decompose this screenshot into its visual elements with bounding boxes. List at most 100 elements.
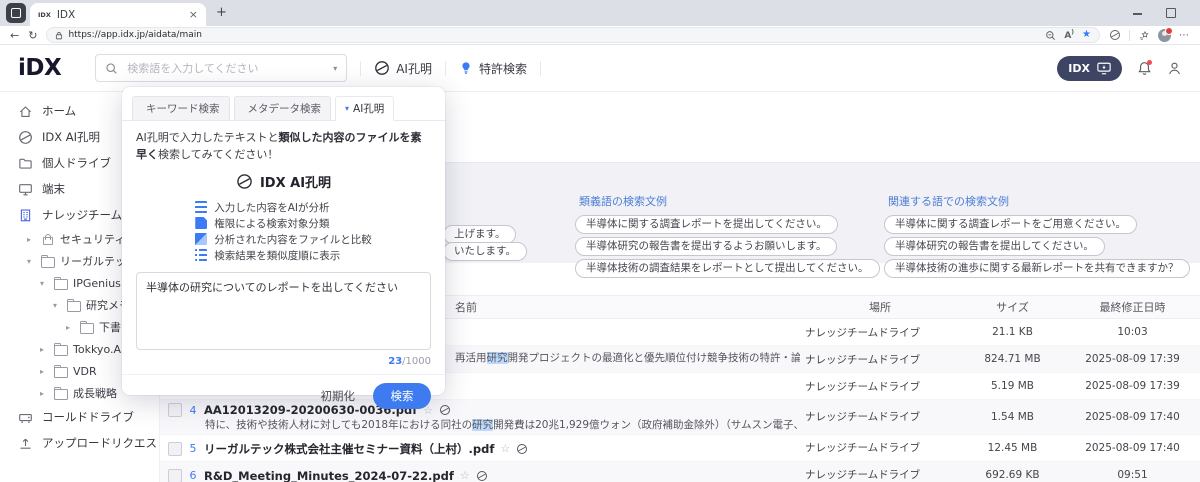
sidebar-item-label: IDX AI孔明 <box>42 130 101 144</box>
ai-ask-icon[interactable] <box>476 470 488 482</box>
minimize-window-icon[interactable] <box>1133 13 1142 15</box>
table-row[interactable]: 5 リーガルテック株式会社主催セミナー資料（上村）.pdf ☆ ナレッジチームド… <box>160 435 1200 462</box>
favorite-star-icon[interactable]: ★ <box>1082 30 1091 40</box>
feature-icon <box>195 217 208 229</box>
idx-badge-label: IDX <box>1068 61 1090 75</box>
modal-feature-item: 検索結果を類似度順に表示 <box>195 247 372 263</box>
example-pill[interactable]: 半導体技術の調査結果をレポートとして提出してください。 <box>575 259 880 278</box>
tree-caret-icon[interactable]: ▸ <box>40 389 49 398</box>
folder-icon <box>19 158 32 169</box>
modal-tab-label: AI孔明 <box>353 103 385 115</box>
idx-device-badge[interactable]: IDX <box>1057 55 1122 81</box>
star-icon[interactable]: ☆ <box>460 469 470 482</box>
user-icon[interactable] <box>1167 61 1182 76</box>
file-modified: 2025-08-09 17:40 <box>1085 441 1180 454</box>
example-column-title: 関連する語での検索文例 <box>888 195 1009 208</box>
table-row[interactable]: 6 R&D_Meeting_Minutes_2024-07-22.pdf ☆ ナ… <box>160 461 1200 482</box>
row-checkbox[interactable] <box>168 468 182 482</box>
tree-node-icon <box>54 342 68 356</box>
file-name-cell: 6 R&D_Meeting_Minutes_2024-07-22.pdf ☆ <box>160 466 800 482</box>
monitor-icon <box>19 183 32 195</box>
file-size: 21.1 KB <box>992 326 1033 338</box>
refresh-icon[interactable]: ↻ <box>28 30 37 41</box>
example-pill[interactable]: 半導体に関する調査レポートを提出してください。 <box>575 215 838 234</box>
more-menu-icon[interactable]: ⋯ <box>1179 30 1190 41</box>
search-input[interactable] <box>125 60 327 76</box>
bulb-icon <box>462 62 470 74</box>
example-pill[interactable]: 半導体に関する調査レポートをご用意ください。 <box>884 215 1137 234</box>
tree-caret-icon[interactable]: ▸ <box>40 367 49 376</box>
file-location: ナレッジチームドライブ <box>805 469 921 482</box>
modal-description: AI孔明で入力したテキストと類似した内容のファイルを素早く検索してみてください！ <box>136 131 422 161</box>
file-name[interactable]: リーガルテック株式会社主催セミナー資料（上村）.pdf <box>204 441 494 457</box>
example-pill[interactable]: 半導体技術の進歩に関する最新レポートを共有できますか？ <box>884 259 1190 278</box>
building-icon <box>20 209 31 221</box>
file-modified: 09:51 <box>1117 468 1148 481</box>
profile-avatar[interactable] <box>1158 26 1173 42</box>
cold-drive-icon <box>19 413 32 423</box>
browser-toolbar: ← ↻ https://app.idx.jp/aidata/main A) ★ … <box>0 26 1200 45</box>
file-location: ナレッジチームドライブ <box>805 380 921 393</box>
read-aloud-icon[interactable]: A) <box>1064 29 1074 41</box>
ai-komei-label: AI孔明 <box>396 61 432 76</box>
tree-caret-icon[interactable]: ▾ <box>53 301 62 310</box>
collections-icon[interactable] <box>1138 30 1150 41</box>
sidebar-item-upload-request[interactable]: アップロードリクエスト <box>0 430 159 456</box>
column-header-size: サイズ <box>996 301 1029 314</box>
tree-caret-icon[interactable]: ▾ <box>27 257 36 266</box>
restore-window-icon[interactable] <box>1166 8 1176 18</box>
global-search-bar[interactable]: ▾ <box>95 54 348 82</box>
modal-tab[interactable]: ▾ AI孔明 <box>335 96 395 121</box>
feature-icon <box>195 201 208 213</box>
example-pill[interactable]: 半導体研究の報告書を提出してください。 <box>884 237 1105 256</box>
screen: IDX IDX × + ← ↻ https://app.idx.jp/aidat… <box>0 0 1200 482</box>
modal-search-button[interactable]: 検索 <box>373 383 431 409</box>
patent-search-button[interactable]: 特許検索 <box>459 60 527 77</box>
reset-button[interactable]: 初期化 <box>321 388 356 404</box>
toolbar-divider <box>1129 29 1130 41</box>
lock-icon <box>56 31 63 39</box>
zoom-out-icon[interactable] <box>1045 30 1056 41</box>
browser-tab[interactable]: IDX IDX × <box>30 3 206 26</box>
file-size: 1.54 MB <box>991 410 1034 423</box>
tree-node-icon <box>54 276 68 290</box>
file-name[interactable]: R&D_Meeting_Minutes_2024-07-22.pdf <box>204 469 454 482</box>
tree-caret-icon[interactable]: ▸ <box>40 345 49 354</box>
tab-title: IDX <box>56 8 76 21</box>
feature-label: 検索結果を類似度順に表示 <box>214 249 341 262</box>
workspace-icon[interactable] <box>6 3 26 23</box>
new-tab-button[interactable]: + <box>216 5 227 20</box>
ai-komei-button[interactable]: AI孔明 <box>374 60 432 77</box>
modal-tab[interactable]: キーワード検索 <box>132 96 230 121</box>
header-divider <box>444 60 446 76</box>
file-size: 692.69 KB <box>985 468 1040 481</box>
modal-tab[interactable]: メタデータ検索 <box>233 96 331 121</box>
idx-extension-icon[interactable] <box>1109 29 1121 41</box>
browser-tab-strip: IDX IDX × + <box>0 0 1200 26</box>
ai-search-modal: キーワード検索 メタデータ検索 ▾ AI孔明 AI孔明で入力したテキストと類似し… <box>122 87 445 409</box>
app-header: iDX ▾ AI孔明 特許検索 IDX <box>0 45 1200 92</box>
device-monitor-icon <box>1097 62 1111 74</box>
tree-node-icon <box>41 254 55 268</box>
modal-brand-label: IDX AI孔明 <box>259 176 332 191</box>
tree-caret-icon[interactable]: ▸ <box>27 235 36 244</box>
back-icon[interactable]: ← <box>10 30 19 41</box>
ai-query-textarea[interactable]: 半導体の研究についてのレポートを出してください <box>136 272 431 350</box>
modal-tab-label: メタデータ検索 <box>247 103 322 115</box>
example-pill[interactable]: 半導体研究の報告書を提出するようお願いします。 <box>575 237 838 256</box>
file-size: 12.45 MB <box>987 441 1038 454</box>
address-bar[interactable]: https://app.idx.jp/aidata/main A) ★ <box>46 27 1100 43</box>
example-pill[interactable]: 上げます。 <box>443 225 517 244</box>
char-counter: 23/1000 <box>388 356 431 367</box>
ai-ask-icon[interactable] <box>516 443 528 455</box>
star-icon[interactable]: ☆ <box>500 442 510 455</box>
idx-logo[interactable]: iDX <box>18 55 62 81</box>
tree-caret-icon[interactable]: ▸ <box>66 323 75 332</box>
search-dropdown-icon[interactable]: ▾ <box>333 64 337 73</box>
example-pill[interactable]: いたします。 <box>443 242 527 261</box>
tree-caret-icon[interactable]: ▾ <box>40 279 49 288</box>
notification-bell-icon[interactable] <box>1137 59 1152 76</box>
row-checkbox[interactable] <box>168 441 182 456</box>
close-tab-icon[interactable]: × <box>189 8 198 21</box>
ai-komei-icon <box>375 61 390 75</box>
